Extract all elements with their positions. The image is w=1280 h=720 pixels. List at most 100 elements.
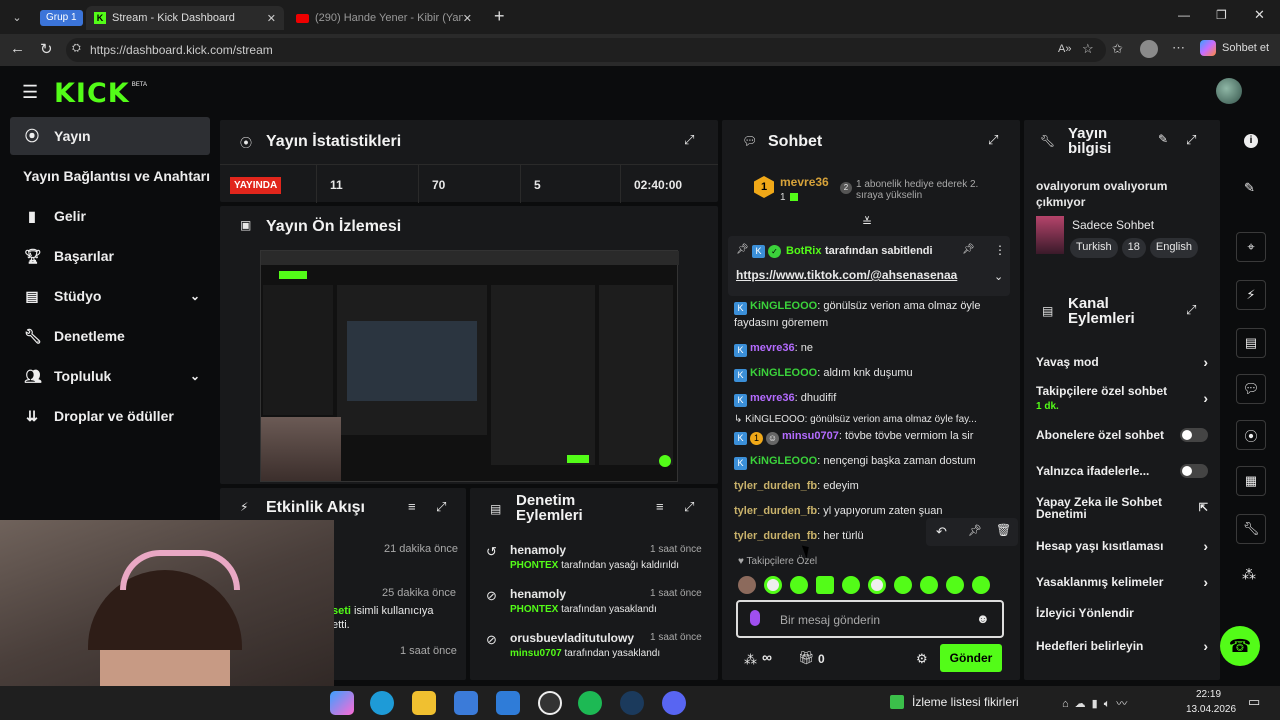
new-tab-icon[interactable]: + [494, 6, 505, 27]
edit-icon[interactable]: ✎ [1158, 132, 1168, 146]
emote-icon[interactable] [738, 576, 756, 594]
expand-icon[interactable]: ⤢ [988, 132, 998, 148]
spotify-app-icon[interactable] [578, 691, 602, 715]
info-icon[interactable]: i [1244, 134, 1258, 148]
broadcast-icon[interactable]: ⦿ [1236, 420, 1266, 450]
expand-icon[interactable]: ⤢ [684, 132, 694, 148]
user-avatar[interactable] [1216, 78, 1242, 104]
chat-username[interactable]: mevre36 [750, 392, 795, 404]
chat-username[interactable]: KiNGLEOOO [750, 300, 817, 312]
chat-input[interactable]: Bir mesaj gönderin [780, 613, 880, 627]
expand-icon[interactable]: ⤢ [1186, 132, 1196, 148]
favorites-icon[interactable]: ✩ [1112, 41, 1123, 57]
close-tab-icon[interactable]: ✕ [463, 12, 472, 25]
filter-icon[interactable]: ≡ [656, 499, 664, 514]
mod-actor[interactable]: PHONTEX [510, 604, 558, 615]
chat-message[interactable]: tyler_durden_fb: edeyim [734, 478, 1004, 494]
action-account-age[interactable]: Hesap yaşı kısıtlaması › [1036, 538, 1208, 554]
action-emotes-only[interactable]: Yalnızca ifadelerle... [1036, 464, 1208, 478]
address-field[interactable]: ⛭ https://dashboard.kick.com/stream [66, 38, 1106, 62]
mod-user[interactable]: orusbuevladitutulowy [510, 631, 634, 645]
chat-message[interactable]: K KiNGLEOOO: gönülsüz verion ama olmaz öy… [734, 298, 1004, 331]
wrench-icon[interactable]: 🔧︎ [1236, 514, 1266, 544]
pinned-by[interactable]: BotRix [786, 245, 821, 257]
file-explorer-icon[interactable] [412, 691, 436, 715]
chat-username[interactable]: mevre36 [750, 342, 795, 354]
mail-app-icon[interactable] [496, 691, 520, 715]
emote-icon[interactable] [972, 576, 990, 594]
sidebar-item-studyo[interactable]: ▤ Stüdyo ⌄ [10, 277, 210, 315]
category-thumbnail[interactable] [1036, 216, 1064, 254]
chat-username[interactable]: KiNGLEOOO [750, 367, 817, 379]
activity-user[interactable]: seti [332, 605, 351, 617]
document-icon[interactable]: ▤ [1236, 328, 1266, 358]
pin-icon[interactable]: 📌︎ [968, 524, 982, 537]
emote-icon[interactable] [816, 576, 834, 594]
chat-message[interactable]: K KiNGLEOOO: aldım knk duşumu [734, 365, 1004, 382]
emote-icon[interactable] [894, 576, 912, 594]
clock-time[interactable]: 22:19 [1196, 689, 1221, 700]
points-icon[interactable]: ⁂ [744, 652, 757, 668]
delete-icon[interactable]: 🗑︎ [996, 523, 1011, 537]
close-window-icon[interactable]: ✕ [1254, 7, 1265, 23]
action-followers-only[interactable]: Takipçilere özel sohbet 1 dk. › [1036, 384, 1208, 412]
category-name[interactable]: Sadece Sohbet [1072, 218, 1154, 232]
points-icon[interactable]: ⁂ [1242, 566, 1256, 583]
restore-icon[interactable]: ❐ [1216, 8, 1227, 22]
obs-app-icon[interactable] [538, 691, 562, 715]
site-info-icon[interactable]: ⛭ [72, 42, 81, 55]
top-gifter-name[interactable]: mevre36 [780, 175, 829, 189]
hamburger-menu-icon[interactable]: ☰ [22, 82, 38, 103]
action-banned-words[interactable]: Yasaklanmış kelimeler › [1036, 574, 1208, 590]
tab-group-label[interactable]: Grup 1 [40, 10, 83, 26]
pinned-link[interactable]: https://www.tiktok.com/@ahsenasenaa [736, 268, 957, 282]
chevron-down-icon[interactable]: ⌄ [994, 270, 1003, 283]
steam-app-icon[interactable] [620, 691, 644, 715]
lightning-icon[interactable]: ⚡︎ [1236, 280, 1266, 310]
clock-date[interactable]: 13.04.2026 [1186, 704, 1236, 715]
tag-chip[interactable]: 18 [1121, 238, 1146, 258]
gift-box-icon[interactable]: 🎁︎ [798, 650, 815, 666]
profile-avatar[interactable] [1140, 40, 1158, 58]
emote-icon[interactable] [790, 576, 808, 594]
emote-icon[interactable] [842, 576, 860, 594]
sidebar-item-gelir[interactable]: ▮ Gelir [10, 197, 210, 235]
send-button[interactable]: Gönder [940, 644, 1002, 672]
sidebar-item-basarilar[interactable]: 🏆︎ Başarılar [10, 237, 210, 275]
emoji-picker-icon[interactable]: ☻ [976, 611, 990, 626]
emote-icon[interactable] [868, 576, 886, 594]
tab-youtube[interactable]: (290) Hande Yener - Kibir (Yanman ✕ [288, 6, 480, 30]
chat-message[interactable]: tyler_durden_fb: yl yapıyorum zaten şuan [734, 503, 1004, 519]
kick-logo[interactable]: KICK BETA [54, 78, 147, 109]
action-slow-mode[interactable]: Yavaş mod › [1036, 354, 1208, 370]
settings-icon[interactable]: ⚙︎ [916, 651, 928, 667]
mod-user[interactable]: henamoly [510, 587, 566, 601]
edge-app-icon[interactable] [370, 691, 394, 715]
system-tray-icons[interactable]: ⌂☁▮🔈︎〰 [1062, 695, 1133, 711]
chat-input-box[interactable]: Bir mesaj gönderin ☻ [736, 600, 1004, 638]
chat-username[interactable]: KiNGLEOOO [750, 455, 817, 467]
more-icon[interactable]: ⋯ [1172, 40, 1185, 56]
expand-icon[interactable]: ⤢ [436, 499, 446, 515]
store-app-icon[interactable] [454, 691, 478, 715]
sidebar-item-denetleme[interactable]: 🔧︎ Denetleme [10, 317, 210, 355]
edit-icon[interactable]: ✎ [1244, 180, 1255, 196]
stack-icon[interactable]: ▦ [1236, 466, 1266, 496]
tag-chip[interactable]: Turkish [1070, 238, 1118, 258]
chat-message[interactable]: Kmevre36: dhudifif [734, 390, 1004, 407]
mod-user[interactable]: henamoly [510, 543, 566, 557]
unpin-icon[interactable]: 📌︎ [962, 244, 975, 255]
notifications-icon[interactable]: ▭ [1248, 694, 1260, 710]
reply-icon[interactable]: ↶ [936, 524, 947, 540]
reload-icon[interactable]: ↻ [40, 40, 53, 58]
sidebar-item-stream-key[interactable]: Yayın Bağlantısı ve Anahtarı [23, 157, 223, 195]
sidebar-item-topluluk[interactable]: 👥︎ Topluluk ⌄ [10, 357, 210, 395]
support-button[interactable]: ☎︎ [1220, 626, 1260, 666]
microphone-icon[interactable] [750, 610, 760, 626]
chat-username[interactable]: tyler_durden_fb [734, 505, 817, 517]
tab-kick-dashboard[interactable]: K Stream - Kick Dashboard ✕ [86, 6, 284, 30]
expand-icon[interactable]: ⤢ [1186, 302, 1196, 318]
chat-username[interactable]: tyler_durden_fb [734, 480, 817, 492]
sidebar-item-droplar[interactable]: ⇊ Droplar ve ödüller [10, 397, 210, 435]
more-options-icon[interactable]: ⋮ [994, 243, 1006, 257]
